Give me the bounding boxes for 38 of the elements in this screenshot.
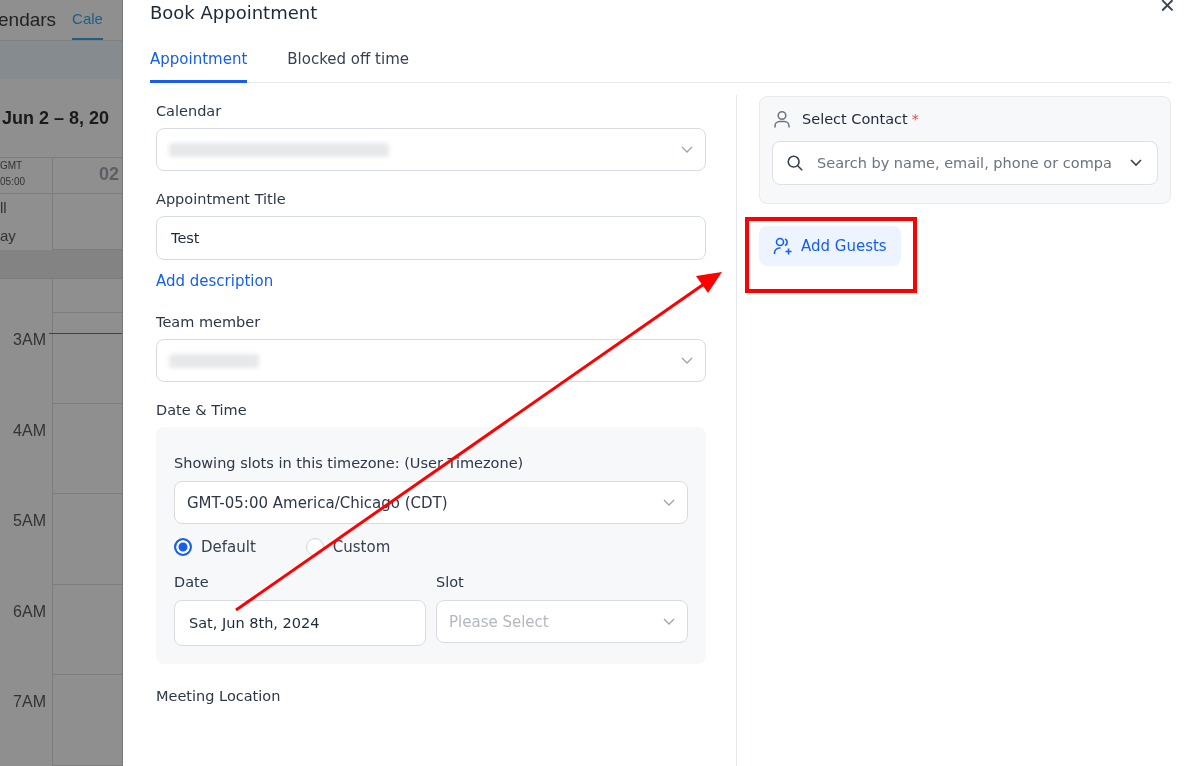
field-label: Team member [156,314,262,330]
chevron-down-icon [663,617,675,626]
week-range: Jun 2 – 8, 20 [1,106,111,130]
hour-label: 6AM [0,584,53,676]
add-user-icon [773,236,793,256]
field-label: Date & Time [156,402,248,418]
title-input[interactable]: Test [156,216,706,260]
tab[interactable]: Appointment [150,44,248,83]
timezone-label: GMT 05:00 [0,158,53,193]
tab[interactable]: Blocked off time [287,44,409,83]
required-mark: * [911,111,919,127]
chevron-down-icon [663,498,675,507]
timezone-label: Showing slots in this timezone: (User Timezone) [174,455,525,471]
date-input[interactable]: Sat, Jun 8th, 2024 [174,600,426,646]
hour-label: 5AM [0,494,53,585]
radio-label: Custom [332,538,391,556]
field-label: Select Contact [802,111,908,127]
chevron-down-icon [1130,159,1142,167]
radio-label: Default [201,538,256,556]
hour-label: 7AM [0,675,53,766]
chevron-down-icon [681,145,693,154]
add-guests-button[interactable]: Add Guests [759,226,901,266]
radio-button[interactable] [174,538,192,556]
modal-title: Book Appointment [150,1,318,23]
hour-label: 3AM [0,313,53,404]
field-label: Slot [436,574,465,590]
field-label: Calendar [156,103,223,119]
chevron-down-icon [681,356,693,365]
close-button[interactable]: × [1159,0,1175,18]
all-day-label: ll ay [0,193,53,250]
hour-label: 4AM [0,403,53,495]
person-icon [772,109,792,129]
field-label: Meeting Location [156,688,282,704]
contact-search-field[interactable]: Search by name, email, phone or compa [772,141,1158,185]
search-icon [786,154,804,172]
field-label: Appointment Title [156,191,287,207]
add-description-link[interactable]: Add description [156,272,274,290]
field-label: Date [174,574,210,590]
